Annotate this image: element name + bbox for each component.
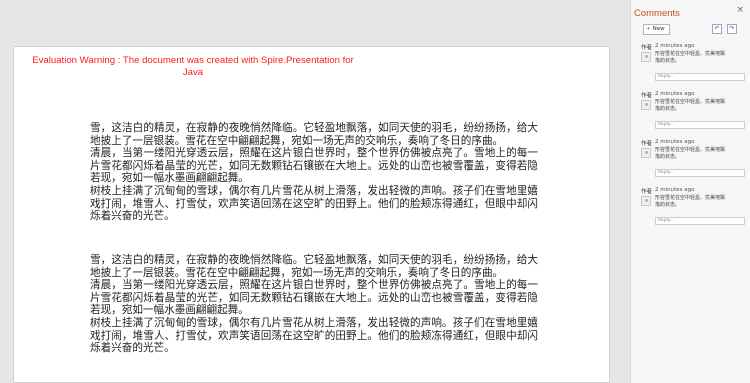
comment-text: 形容雪花在空中轻盈、优美地飘落的状态。 bbox=[655, 99, 726, 112]
comment-time: 2 minutes ago bbox=[655, 139, 695, 145]
comment-text: 形容雪花在空中轻盈、优美地飘落的状态。 bbox=[655, 195, 726, 208]
reply-input[interactable]: Reply... bbox=[655, 73, 745, 81]
reply-input[interactable]: Reply... bbox=[655, 217, 745, 225]
comment-time: 2 minutes ago bbox=[655, 43, 695, 49]
avatar bbox=[641, 148, 651, 158]
paragraph-snow: 雪，这洁白的精灵，在寂静的夜晚悄然降临。它轻盈地飘落，如同天使的羽毛，纷纷扬扬，… bbox=[90, 122, 538, 147]
comment-author: 作者 bbox=[641, 189, 653, 195]
comment-time: 2 minutes ago bbox=[655, 187, 695, 193]
text-block-2[interactable]: 雪，这洁白的精灵，在寂静的夜晚悄然降临。它轻盈地飘落，如同天使的羽毛，纷纷扬扬，… bbox=[90, 254, 538, 355]
comment-text: 形容雪花在空中轻盈、优美地飘落的状态。 bbox=[655, 147, 726, 160]
comment-author: 作者 bbox=[641, 45, 653, 51]
comment-item[interactable]: 作者 2 minutes ago 形容雪花在空中轻盈、优美地飘落的状态。 Rep… bbox=[641, 187, 745, 227]
paragraph-children: 树枝上挂满了沉甸甸的雪球，偶尔有几片雪花从树上滑落，发出轻微的声响。孩子们在雪地… bbox=[90, 316, 538, 355]
evaluation-warning: Evaluation Warning : The document was cr… bbox=[28, 55, 358, 79]
warning-line-1: Evaluation Warning : The document was cr… bbox=[32, 55, 354, 66]
comment-text: 形容雪花在空中轻盈、优美地飘落的状态。 bbox=[655, 51, 726, 64]
slide-editing-area: Evaluation Warning : The document was cr… bbox=[0, 0, 630, 383]
warning-line-2: Java bbox=[182, 67, 204, 78]
slide[interactable]: Evaluation Warning : The document was cr… bbox=[13, 46, 610, 383]
paragraph-snow: 雪，这洁白的精灵，在寂静的夜晚悄然降临。它轻盈地飘落，如同天使的羽毛，纷纷扬扬，… bbox=[90, 254, 538, 279]
close-icon[interactable]: × bbox=[736, 5, 744, 15]
new-comment-button[interactable]: + New bbox=[643, 24, 670, 35]
comments-panel-title: Comments bbox=[634, 8, 680, 19]
paragraph-morning: 清晨，当第一缕阳光穿透云层，照耀在这片银白世界时，整个世界仿佛被点亮了。雪地上的… bbox=[90, 279, 538, 317]
next-comment-icon[interactable]: ↷ bbox=[727, 24, 737, 34]
comment-item[interactable]: 作者 2 minutes ago 形容雪花在空中轻盈、优美地飘落的状态。 Rep… bbox=[641, 43, 745, 83]
text-block-1[interactable]: 雪，这洁白的精灵，在寂静的夜晚悄然降临。它轻盈地飘落，如同天使的羽毛，纷纷扬扬，… bbox=[90, 122, 538, 223]
previous-comment-icon[interactable]: ↶ bbox=[712, 24, 722, 34]
paragraph-children: 树枝上挂满了沉甸甸的雪球，偶尔有几片雪花从树上滑落，发出轻微的声响。孩子们在雪地… bbox=[90, 184, 538, 223]
comment-author: 作者 bbox=[641, 93, 653, 99]
avatar bbox=[641, 196, 651, 206]
new-comment-label: New bbox=[652, 26, 665, 32]
comment-time: 2 minutes ago bbox=[655, 91, 695, 97]
comment-author: 作者 bbox=[641, 141, 653, 147]
reply-input[interactable]: Reply... bbox=[655, 121, 745, 129]
comments-panel: Comments × + New ↶ ↷ 作者 2 minutes ago 形容雪… bbox=[630, 0, 750, 383]
avatar bbox=[641, 100, 651, 110]
plus-icon: + bbox=[646, 26, 651, 32]
comment-item[interactable]: 作者 2 minutes ago 形容雪花在空中轻盈、优美地飘落的状态。 Rep… bbox=[641, 139, 745, 179]
avatar bbox=[641, 52, 651, 62]
comment-item[interactable]: 作者 2 minutes ago 形容雪花在空中轻盈、优美地飘落的状态。 Rep… bbox=[641, 91, 745, 131]
paragraph-morning: 清晨，当第一缕阳光穿透云层，照耀在这片银白世界时，整个世界仿佛被点亮了。雪地上的… bbox=[90, 147, 538, 185]
reply-input[interactable]: Reply... bbox=[655, 169, 745, 177]
